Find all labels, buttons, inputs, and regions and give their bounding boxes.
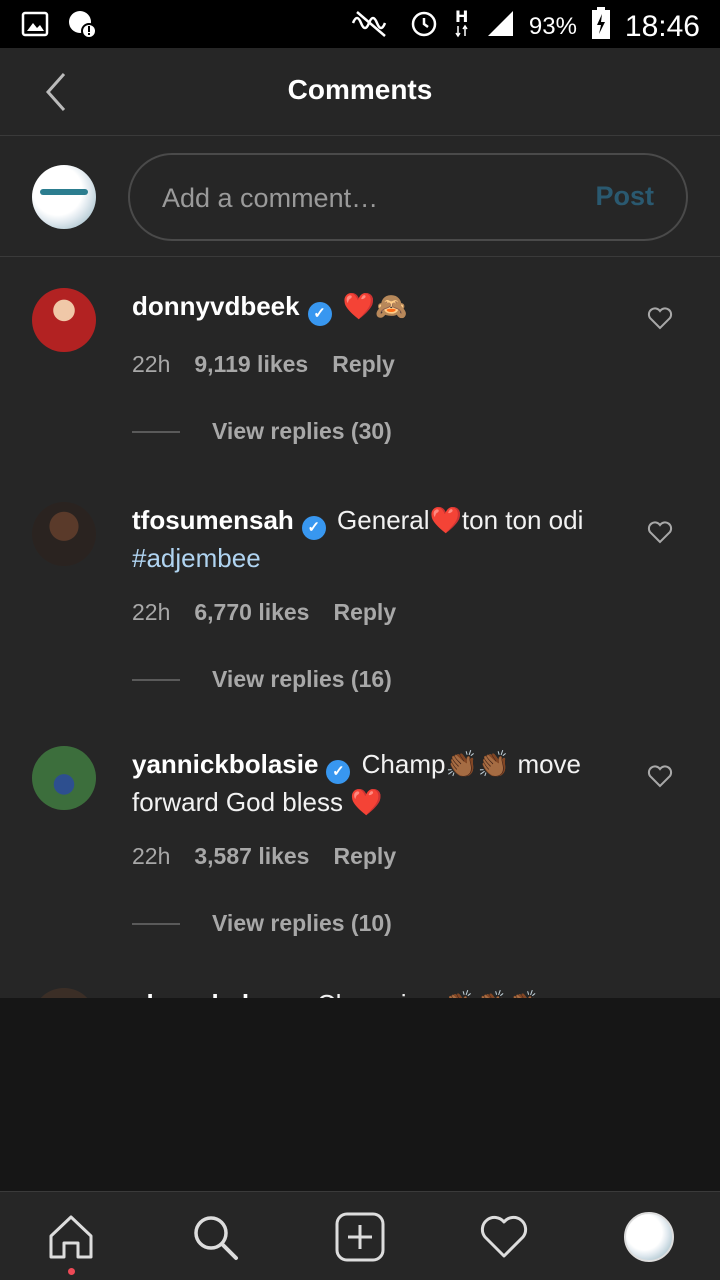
mute-icon [347,8,395,45]
comment-time: 22h [132,843,171,869]
comment-box: Post [128,153,688,241]
view-replies-label: View replies (30) [212,418,392,444]
divider [132,430,180,433]
add-post-icon [335,1212,385,1262]
view-replies-button[interactable]: View replies (10) [132,910,392,937]
svg-text:H: H [455,7,468,26]
nav-new-post[interactable] [333,1210,387,1264]
verified-badge-icon: ✓ [326,760,351,784]
hashtag-link[interactable]: #adjembee [132,543,261,573]
comment-text: General❤️ton ton odi [337,505,584,535]
comment-meta: 22h 3,587 likes Reply [132,843,396,870]
comment-text: Champion 👏🏾👏🏾👏🏾 [317,989,540,998]
notification-icon [66,8,98,45]
commenter-avatar[interactable] [32,502,96,566]
nav-search[interactable] [188,1210,242,1264]
comment-username[interactable]: donnyvdbeek [132,291,300,321]
empty-area [0,998,720,1191]
comment-body: alexxakubo✓ Champion 👏🏾👏🏾👏🏾 [132,986,612,998]
header: Comments [0,48,720,136]
active-indicator [68,1268,75,1275]
view-replies-label: View replies (10) [212,910,392,936]
battery-icon [591,6,611,47]
comment-likes[interactable]: 6,770 likes [194,599,309,626]
view-replies-button[interactable]: View replies (16) [132,666,392,693]
comment-meta: 22h 6,770 likes Reply [132,599,396,626]
activity-heart-icon [480,1215,528,1258]
comments-screen: Comments Post donnyvdbeek ✓ ❤️🙈 22h 9,119… [0,48,720,1280]
network-h-icon: H [453,6,471,47]
signal-icon [485,8,515,45]
verified-badge-icon: ✓ [307,302,332,326]
commenter-avatar[interactable] [32,288,96,352]
user-avatar [32,165,96,229]
post-button[interactable]: Post [595,181,654,212]
comment-body: yannickbolasie ✓ Champ👏🏾👏🏾 move forward G… [132,746,602,820]
comment-time: 22h [132,599,171,625]
comment-username[interactable]: yannickbolasie [132,749,318,779]
status-bar: H 93% 18:46 [0,0,720,48]
like-heart-icon[interactable] [646,304,674,332]
comment-body: tfosumensah ✓ General❤️ton ton odi #adjem… [132,502,612,576]
comment-body: donnyvdbeek ✓ ❤️🙈 [132,288,612,326]
alarm-icon [409,8,439,45]
comment-likes[interactable]: 3,587 likes [194,843,309,870]
search-icon [194,1216,238,1260]
comment-likes[interactable]: 9,119 likes [194,351,308,378]
comment-composer: Post [0,137,720,257]
comment-meta: 22h 9,119 likes Reply [132,351,395,378]
battery-percent: 93% [528,12,577,40]
comment-username[interactable]: tfosumensah [132,505,294,535]
view-replies-button[interactable]: View replies (30) [132,418,392,445]
clock: 18:46 [624,9,700,43]
commenter-avatar[interactable] [32,988,96,998]
view-replies-label: View replies (16) [212,666,392,692]
comments-list[interactable]: donnyvdbeek ✓ ❤️🙈 22h 9,119 likes Reply V… [0,258,720,998]
divider [132,678,180,681]
reply-button[interactable]: Reply [332,351,395,378]
comment-input[interactable] [162,181,562,215]
home-icon [49,1215,93,1259]
reply-button[interactable]: Reply [333,843,396,870]
comment-text: ❤️🙈 [342,291,408,321]
nav-activity[interactable] [477,1210,531,1264]
gallery-icon [20,9,50,44]
like-heart-icon[interactable] [646,762,674,790]
page-title: Comments [287,74,433,105]
verified-badge-icon: ✓ [301,516,326,540]
nav-home[interactable] [44,1210,98,1275]
nav-profile-avatar[interactable] [624,1212,674,1262]
comment-time: 22h [132,351,171,377]
divider [132,922,180,925]
commenter-avatar[interactable] [32,746,96,810]
bottom-nav [0,1191,720,1280]
like-heart-icon[interactable] [646,518,674,546]
reply-button[interactable]: Reply [333,599,396,626]
comment-username[interactable]: alexxakubo [132,989,274,998]
